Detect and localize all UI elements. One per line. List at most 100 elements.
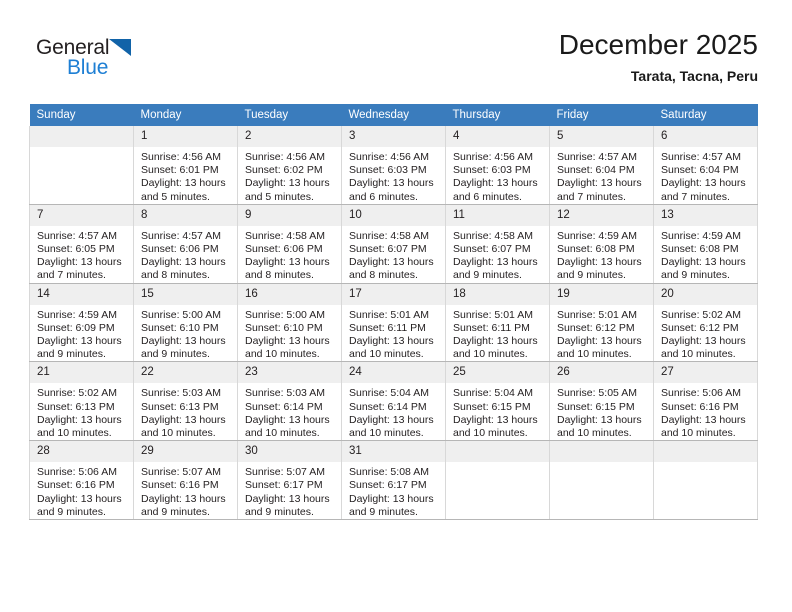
- day-details: Sunrise: 5:04 AM Sunset: 6:14 PM Daylight:…: [342, 383, 445, 440]
- day-number: 7: [30, 204, 133, 226]
- daylight-text-line2: and 10 minutes.: [245, 348, 320, 361]
- sunset-text: Sunset: 6:06 PM: [245, 243, 323, 256]
- calendar-day-cell[interactable]: 4 Sunrise: 4:56 AM Sunset: 6:03 PM Daylight…: [445, 126, 550, 205]
- daylight-text-line2: and 10 minutes.: [349, 348, 424, 361]
- calendar-day-cell[interactable]: 24 Sunrise: 5:04 AM Sunset: 6:14 PM Dayligh…: [341, 361, 446, 442]
- daylight-text-line1: Daylight: 13 hours: [453, 335, 538, 348]
- calendar-week-row: 28 Sunrise: 5:06 AM Sunset: 6:16 PM Dayligh…: [29, 440, 758, 521]
- day-details: Sunrise: 5:03 AM Sunset: 6:14 PM Daylight:…: [238, 383, 341, 440]
- daylight-text-line1: Daylight: 13 hours: [661, 335, 746, 348]
- calendar-day-cell[interactable]: 15 Sunrise: 5:00 AM Sunset: 6:10 PM Dayligh…: [133, 283, 238, 363]
- daylight-text-line1: Daylight: 13 hours: [349, 492, 434, 505]
- sunrise-text: Sunrise: 5:06 AM: [37, 466, 117, 479]
- day-number: 22: [134, 362, 237, 384]
- sunrise-text: Sunrise: 5:06 AM: [661, 387, 741, 400]
- day-details: Sunrise: 4:57 AM Sunset: 6:04 PM Daylight:…: [654, 147, 757, 204]
- daylight-text-line2: and 7 minutes.: [661, 190, 730, 203]
- calendar-day-cell[interactable]: 30 Sunrise: 5:07 AM Sunset: 6:17 PM Dayligh…: [237, 440, 342, 521]
- sunrise-text: Sunrise: 5:01 AM: [557, 308, 637, 321]
- calendar-day-cell[interactable]: 9 Sunrise: 4:58 AM Sunset: 6:06 PM Daylight…: [237, 204, 342, 284]
- daylight-text-line2: and 9 minutes.: [37, 505, 106, 518]
- sunset-text: Sunset: 6:13 PM: [141, 400, 219, 413]
- calendar-day-cell[interactable]: 10 Sunrise: 4:58 AM Sunset: 6:07 PM Dayligh…: [341, 204, 446, 284]
- calendar-day-cell[interactable]: 5 Sunrise: 4:57 AM Sunset: 6:04 PM Daylight…: [549, 126, 654, 205]
- calendar-day-cell[interactable]: 27 Sunrise: 5:06 AM Sunset: 6:16 PM Dayligh…: [653, 361, 758, 442]
- calendar-day-cell[interactable]: 28 Sunrise: 5:06 AM Sunset: 6:16 PM Dayligh…: [29, 440, 134, 521]
- calendar-day-cell[interactable]: 13 Sunrise: 4:59 AM Sunset: 6:08 PM Dayligh…: [653, 204, 758, 284]
- calendar-day-cell[interactable]: 21 Sunrise: 5:02 AM Sunset: 6:13 PM Dayligh…: [29, 361, 134, 442]
- calendar-cell-empty: [653, 440, 758, 521]
- calendar-day-cell[interactable]: 19 Sunrise: 5:01 AM Sunset: 6:12 PM Dayligh…: [549, 283, 654, 363]
- sunrise-text: Sunrise: 4:59 AM: [557, 229, 637, 242]
- sunrise-text: Sunrise: 4:56 AM: [453, 151, 533, 163]
- calendar-week-row: 14 Sunrise: 4:59 AM Sunset: 6:09 PM Dayligh…: [29, 283, 758, 363]
- calendar-day-cell[interactable]: 16 Sunrise: 5:00 AM Sunset: 6:10 PM Dayligh…: [237, 283, 342, 363]
- day-number: 28: [30, 441, 133, 463]
- daylight-text-line2: and 10 minutes.: [37, 427, 112, 440]
- calendar-day-cell[interactable]: 17 Sunrise: 5:01 AM Sunset: 6:11 PM Dayligh…: [341, 283, 446, 363]
- daylight-text-line2: and 6 minutes.: [453, 190, 522, 203]
- daylight-text-line1: Daylight: 13 hours: [453, 256, 538, 269]
- calendar-day-cell[interactable]: 31 Sunrise: 5:08 AM Sunset: 6:17 PM Dayligh…: [341, 440, 446, 521]
- sunset-text: Sunset: 6:14 PM: [349, 400, 427, 413]
- day-details: Sunrise: 5:07 AM Sunset: 6:16 PM Daylight:…: [134, 462, 237, 519]
- calendar-day-cell[interactable]: 12 Sunrise: 4:59 AM Sunset: 6:08 PM Dayligh…: [549, 204, 654, 284]
- day-number: 15: [134, 283, 237, 305]
- sunset-text: Sunset: 6:05 PM: [37, 243, 115, 256]
- general-blue-logo[interactable]: General Blue: [36, 36, 156, 82]
- calendar-day-cell[interactable]: 22 Sunrise: 5:03 AM Sunset: 6:13 PM Dayligh…: [133, 361, 238, 442]
- daylight-text-line2: and 10 minutes.: [557, 427, 632, 440]
- day-number: [654, 441, 757, 463]
- day-details: Sunrise: 5:08 AM Sunset: 6:17 PM Daylight:…: [342, 462, 445, 519]
- calendar-day-cell[interactable]: 20 Sunrise: 5:02 AM Sunset: 6:12 PM Dayligh…: [653, 283, 758, 363]
- daylight-text-line1: Daylight: 13 hours: [557, 256, 642, 269]
- day-details: Sunrise: 5:03 AM Sunset: 6:13 PM Daylight:…: [134, 383, 237, 440]
- sunrise-text: Sunrise: 4:57 AM: [557, 151, 637, 163]
- sunrise-text: Sunrise: 4:57 AM: [661, 151, 741, 163]
- daylight-text-line1: Daylight: 13 hours: [245, 335, 330, 348]
- daylight-text-line1: Daylight: 13 hours: [453, 413, 538, 426]
- calendar-day-cell[interactable]: 7 Sunrise: 4:57 AM Sunset: 6:05 PM Daylight…: [29, 204, 134, 284]
- daylight-text-line2: and 9 minutes.: [37, 348, 106, 361]
- daylight-text-line1: Daylight: 13 hours: [245, 413, 330, 426]
- daylight-text-line1: Daylight: 13 hours: [557, 335, 642, 348]
- sunset-text: Sunset: 6:02 PM: [245, 164, 323, 177]
- daylight-text-line1: Daylight: 13 hours: [557, 413, 642, 426]
- day-number: [446, 441, 549, 463]
- daylight-text-line2: and 6 minutes.: [349, 190, 418, 203]
- sunset-text: Sunset: 6:04 PM: [661, 164, 739, 177]
- day-number: 14: [30, 283, 133, 305]
- calendar-day-cell[interactable]: 11 Sunrise: 4:58 AM Sunset: 6:07 PM Dayligh…: [445, 204, 550, 284]
- calendar-day-cell[interactable]: 29 Sunrise: 5:07 AM Sunset: 6:16 PM Dayligh…: [133, 440, 238, 521]
- daylight-text-line2: and 10 minutes.: [453, 427, 528, 440]
- calendar-day-cell[interactable]: 6 Sunrise: 4:57 AM Sunset: 6:04 PM Daylight…: [653, 126, 758, 205]
- day-details: Sunrise: 4:59 AM Sunset: 6:08 PM Daylight:…: [654, 226, 757, 283]
- calendar-day-cell[interactable]: 3 Sunrise: 4:56 AM Sunset: 6:03 PM Daylight…: [341, 126, 446, 205]
- day-number: 24: [342, 362, 445, 384]
- day-details: Sunrise: 4:58 AM Sunset: 6:07 PM Daylight:…: [446, 226, 549, 283]
- daylight-text-line1: Daylight: 13 hours: [349, 335, 434, 348]
- sunrise-text: Sunrise: 4:57 AM: [37, 229, 117, 242]
- calendar-day-cell[interactable]: 26 Sunrise: 5:05 AM Sunset: 6:15 PM Dayligh…: [549, 361, 654, 442]
- calendar-day-cell[interactable]: 14 Sunrise: 4:59 AM Sunset: 6:09 PM Dayligh…: [29, 283, 134, 363]
- calendar-day-cell[interactable]: 1 Sunrise: 4:56 AM Sunset: 6:01 PM Daylight…: [133, 126, 238, 205]
- sunrise-text: Sunrise: 5:05 AM: [557, 387, 637, 400]
- calendar-day-cell[interactable]: 18 Sunrise: 5:01 AM Sunset: 6:11 PM Dayligh…: [445, 283, 550, 363]
- daylight-text-line1: Daylight: 13 hours: [349, 177, 434, 190]
- calendar-day-cell[interactable]: 8 Sunrise: 4:57 AM Sunset: 6:06 PM Daylight…: [133, 204, 238, 284]
- daylight-text-line1: Daylight: 13 hours: [141, 492, 226, 505]
- day-details: Sunrise: 4:57 AM Sunset: 6:04 PM Daylight:…: [550, 147, 653, 204]
- daylight-text-line1: Daylight: 13 hours: [37, 335, 122, 348]
- day-number: 29: [134, 441, 237, 463]
- calendar-day-cell[interactable]: 25 Sunrise: 5:04 AM Sunset: 6:15 PM Dayligh…: [445, 361, 550, 442]
- day-number: 23: [238, 362, 341, 384]
- weekday-header-thursday: Thursday: [445, 104, 550, 126]
- calendar-day-cell[interactable]: 2 Sunrise: 4:56 AM Sunset: 6:02 PM Daylight…: [237, 126, 342, 205]
- daylight-text-line2: and 10 minutes.: [557, 348, 632, 361]
- sunset-text: Sunset: 6:03 PM: [349, 164, 427, 177]
- calendar-day-cell[interactable]: 23 Sunrise: 5:03 AM Sunset: 6:14 PM Dayligh…: [237, 361, 342, 442]
- sunrise-text: Sunrise: 5:00 AM: [245, 308, 325, 321]
- day-details: Sunrise: 4:56 AM Sunset: 6:01 PM Daylight:…: [134, 147, 237, 204]
- day-number: 13: [654, 204, 757, 226]
- sunset-text: Sunset: 6:11 PM: [453, 321, 530, 334]
